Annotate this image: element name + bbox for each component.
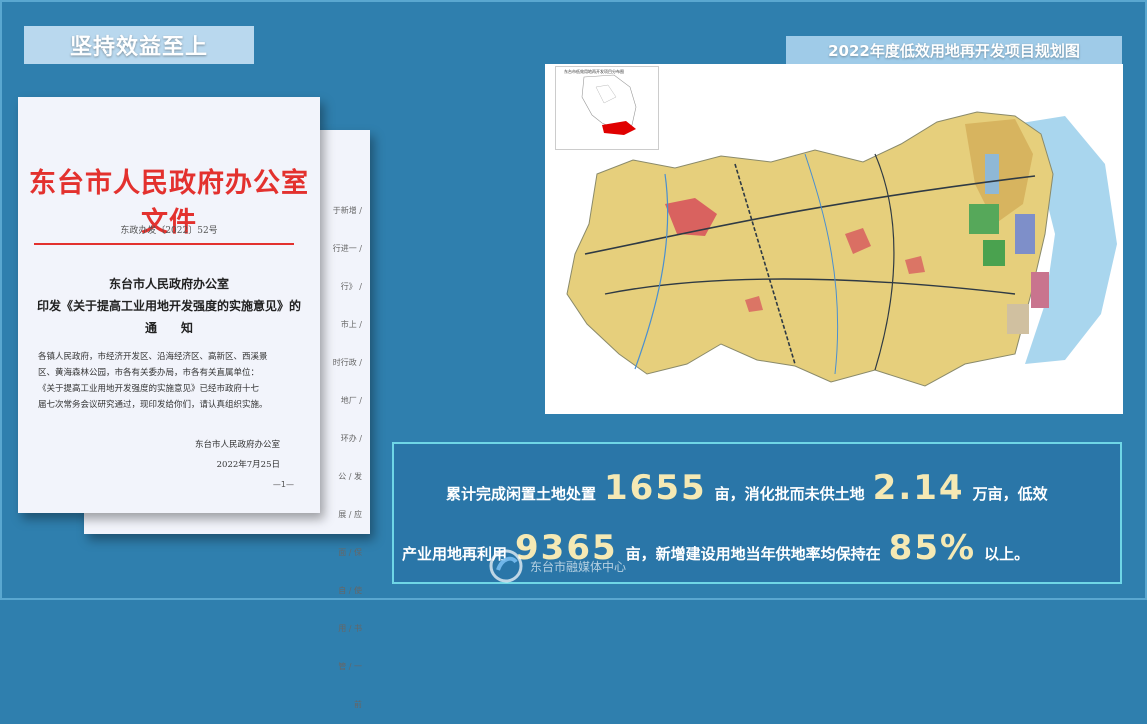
stats-text: 万亩，低效 bbox=[972, 485, 1048, 503]
document-front-page: 东台市人民政府办公室文件 东政办发〔2022〕52号 东台市人民政府办公室 印发… bbox=[18, 97, 320, 513]
subject-line: 通 知 bbox=[144, 321, 193, 335]
stats-text: 亩，新增建设用地当年供地率均保持在 bbox=[625, 545, 881, 563]
document-page-number: —1— bbox=[272, 480, 294, 489]
location-inset-map: 东台市低效用地再开发项目分布图 bbox=[555, 66, 659, 150]
section-title: 坚持效益至上 bbox=[24, 26, 254, 64]
subject-line: 东台市人民政府办公室 bbox=[108, 277, 229, 291]
watermark-text: 东台市融媒体中心 bbox=[530, 559, 627, 574]
signature-org: 东台市人民政府办公室 bbox=[194, 440, 280, 450]
inset-title: 东台市低效用地再开发项目分布图 bbox=[564, 69, 624, 74]
planning-map: 东台市低效用地再开发项目分布图 bbox=[545, 64, 1123, 414]
map-title: 2022年度低效用地再开发项目规划图 bbox=[786, 36, 1122, 64]
body-line: 届七次常务会议研究通过，现印发给你们，请认真组织实施。 bbox=[38, 400, 268, 410]
subject-line: 印发《关于提高工业用地开发强度的实施意见》的 bbox=[36, 299, 301, 313]
media-watermark: 东台市融媒体中心 bbox=[488, 548, 626, 584]
stats-line-1: 累计完成闲置土地处置 1655 亩，消化批而未供土地 2.14 万亩，低效 bbox=[446, 468, 1048, 508]
approved-unsupplied-land-value: 2.14 bbox=[872, 468, 965, 508]
document-body: 各镇人民政府，市经济开发区、沿海经济区、高新区、西溪景 区、黄海森林公园，市各有… bbox=[38, 349, 294, 413]
document-number: 东政办发〔2022〕52号 bbox=[120, 226, 218, 236]
inset-graphic bbox=[581, 74, 637, 135]
signature-date: 2022年7月25日 bbox=[216, 460, 280, 470]
document-signature: 东台市人民政府办公室 2022年7月25日 bbox=[195, 435, 280, 475]
stats-text: 亩，消化批而未供土地 bbox=[714, 485, 865, 503]
document-back-text: 于新增 / 行进一 / 行》 / 市上 / 时行政 / 地厂 / 环办 / 公 … bbox=[332, 206, 362, 709]
idle-land-disposed-value: 1655 bbox=[604, 468, 707, 508]
body-line: 区、黄海森林公园，市各有关委办局，市各有关直属单位： bbox=[38, 368, 260, 378]
supply-rate-value: 85% bbox=[888, 528, 977, 568]
body-line: 各镇人民政府，市经济开发区、沿海经济区、高新区、西溪景 bbox=[38, 352, 268, 362]
stats-text: 累计完成闲置土地处置 bbox=[446, 485, 597, 503]
document-subject: 东台市人民政府办公室 印发《关于提高工业用地开发强度的实施意见》的 通 知 bbox=[18, 273, 320, 339]
broadcaster-logo-icon bbox=[489, 549, 523, 583]
document-red-rule bbox=[34, 243, 294, 245]
stats-text: 以上。 bbox=[984, 545, 1030, 563]
body-line: 《关于提高工业用地开发强度的实施意见》已经市政府十七 bbox=[38, 384, 260, 394]
